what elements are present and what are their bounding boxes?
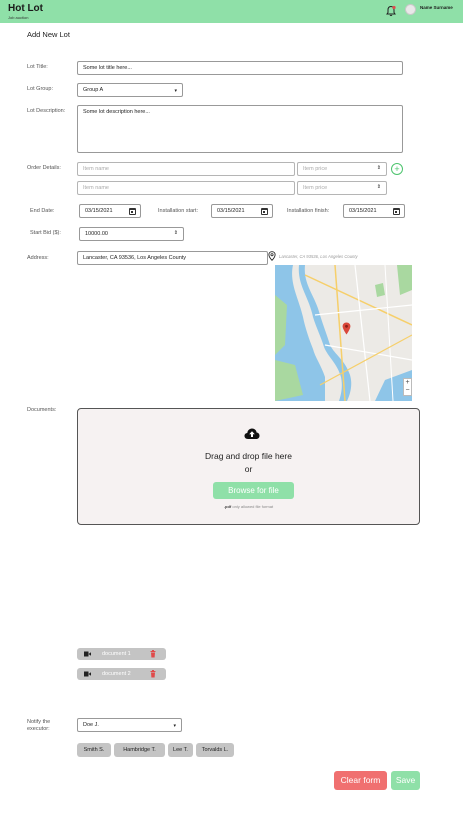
end-date-label: End Date: bbox=[30, 208, 55, 214]
browse-file-button[interactable]: Browse for file bbox=[213, 482, 294, 499]
installation-finish-input[interactable]: 03/15/2021 bbox=[343, 204, 405, 218]
end-date-value: 03/15/2021 bbox=[85, 208, 113, 214]
installation-start-value: 03/15/2021 bbox=[217, 208, 245, 214]
item-name-placeholder: Item name bbox=[83, 166, 109, 172]
documents-label: Documents: bbox=[27, 407, 57, 413]
address-label: Address: bbox=[27, 255, 49, 261]
notify-label-line2: executor: bbox=[27, 726, 50, 732]
lot-description-textarea[interactable]: Some lot description here... bbox=[77, 105, 403, 153]
lot-description-value: Some lot description here... bbox=[83, 109, 150, 115]
lot-group-select[interactable]: Group A ▾ bbox=[77, 83, 183, 97]
cloud-upload-icon bbox=[244, 428, 260, 439]
zoom-in-button[interactable]: + bbox=[404, 379, 411, 387]
executor-select[interactable]: Doe J. ▾ bbox=[77, 718, 182, 732]
order-details-label: Order Details: bbox=[27, 165, 61, 171]
user-menu[interactable]: Name Surname bbox=[405, 4, 453, 15]
executor-tag[interactable]: Smith S. bbox=[77, 743, 111, 757]
map-zoom-control[interactable]: + − bbox=[403, 378, 412, 396]
page-title: Add New Lot bbox=[27, 30, 70, 39]
plus-circle-icon[interactable]: + bbox=[391, 163, 403, 175]
executor-value: Doe J. bbox=[83, 722, 99, 728]
app-title: Hot Lot bbox=[8, 3, 43, 14]
executor-tag[interactable]: Torvalds L. bbox=[196, 743, 234, 757]
file-video-icon bbox=[84, 651, 91, 657]
calendar-icon[interactable] bbox=[393, 208, 400, 215]
user-name: Name Surname bbox=[420, 4, 453, 10]
clear-form-button[interactable]: Clear form bbox=[334, 771, 387, 790]
installation-finish-value: 03/15/2021 bbox=[349, 208, 377, 214]
trash-icon[interactable] bbox=[150, 670, 156, 678]
chevron-down-icon: ▾ bbox=[174, 88, 177, 94]
installation-finish-label: Installation finish: bbox=[287, 208, 330, 214]
item-name-input-1[interactable]: Item name bbox=[77, 162, 295, 176]
address-hint: Lancaster, CA 93536, Los Angeles County bbox=[279, 254, 358, 259]
file-format-note: .pdf only allowed file format bbox=[78, 504, 419, 509]
document-name: document 1 bbox=[102, 651, 131, 657]
item-price-input-2[interactable]: Item price ⇕ bbox=[297, 181, 387, 195]
document-chip[interactable]: document 1 bbox=[77, 648, 166, 660]
trash-icon[interactable] bbox=[150, 650, 156, 658]
notify-label: Notify the executor: bbox=[27, 719, 50, 733]
brand[interactable]: Hot Lot Job auction bbox=[8, 3, 43, 21]
lot-group-value: Group A bbox=[83, 87, 104, 93]
end-date-input[interactable]: 03/15/2021 bbox=[79, 204, 141, 218]
address-map[interactable] bbox=[275, 265, 412, 401]
file-video-icon bbox=[84, 671, 91, 677]
item-price-placeholder: Item price bbox=[303, 166, 328, 172]
start-bid-value: 10000.00 bbox=[85, 231, 108, 237]
bell-icon[interactable] bbox=[385, 5, 397, 17]
lot-title-label: Lot Title: bbox=[27, 64, 48, 70]
executor-tag[interactable]: Lee T. bbox=[168, 743, 193, 757]
address-input[interactable]: Lancaster, CA 93536, Los Angeles County bbox=[77, 251, 268, 265]
map-marker-icon bbox=[342, 322, 351, 335]
lot-group-label: Lot Group: bbox=[27, 86, 53, 92]
document-name: document 2 bbox=[102, 671, 131, 677]
item-price-input-1[interactable]: Item price ⇕ bbox=[297, 162, 387, 176]
avatar bbox=[405, 4, 416, 15]
drop-instruction: Drag and drop file here bbox=[205, 451, 292, 461]
stepper-icon[interactable]: ⇕ bbox=[174, 230, 178, 236]
app-header: Hot Lot Job auction Name Surname bbox=[0, 0, 463, 23]
installation-start-input[interactable]: 03/15/2021 bbox=[211, 204, 273, 218]
lot-title-input[interactable]: Some lot title here... bbox=[77, 61, 403, 75]
installation-start-label: Installation start: bbox=[158, 208, 199, 214]
document-chip[interactable]: document 2 bbox=[77, 668, 166, 680]
executor-tag[interactable]: Hambridge T. bbox=[114, 743, 165, 757]
file-drop-zone[interactable]: Drag and drop file here or Browse for fi… bbox=[77, 408, 420, 525]
drop-or: or bbox=[244, 464, 253, 474]
app-subtitle: Job auction bbox=[8, 15, 29, 20]
item-name-input-2[interactable]: Item name bbox=[77, 181, 295, 195]
start-bid-label: Start Bid ($): bbox=[30, 230, 61, 236]
calendar-icon[interactable] bbox=[129, 208, 136, 215]
lot-description-label: Lot Description: bbox=[27, 108, 66, 114]
item-price-placeholder: Item price bbox=[303, 185, 328, 191]
lot-title-value: Some lot title here... bbox=[83, 65, 132, 71]
save-button[interactable]: Save bbox=[391, 771, 420, 790]
stepper-icon[interactable]: ⇕ bbox=[377, 165, 381, 171]
location-pin-icon bbox=[268, 251, 276, 261]
start-bid-input[interactable]: 10000.00 ⇕ bbox=[79, 227, 184, 241]
stepper-icon[interactable]: ⇕ bbox=[377, 184, 381, 190]
chevron-down-icon: ▾ bbox=[173, 723, 176, 729]
notify-label-line1: Notify the bbox=[27, 719, 51, 725]
zoom-out-button[interactable]: − bbox=[404, 387, 411, 395]
address-value: Lancaster, CA 93536, Los Angeles County bbox=[83, 255, 187, 261]
calendar-icon[interactable] bbox=[261, 208, 268, 215]
item-name-placeholder: Item name bbox=[83, 185, 109, 191]
file-format-text: only allowed file format bbox=[231, 504, 274, 509]
